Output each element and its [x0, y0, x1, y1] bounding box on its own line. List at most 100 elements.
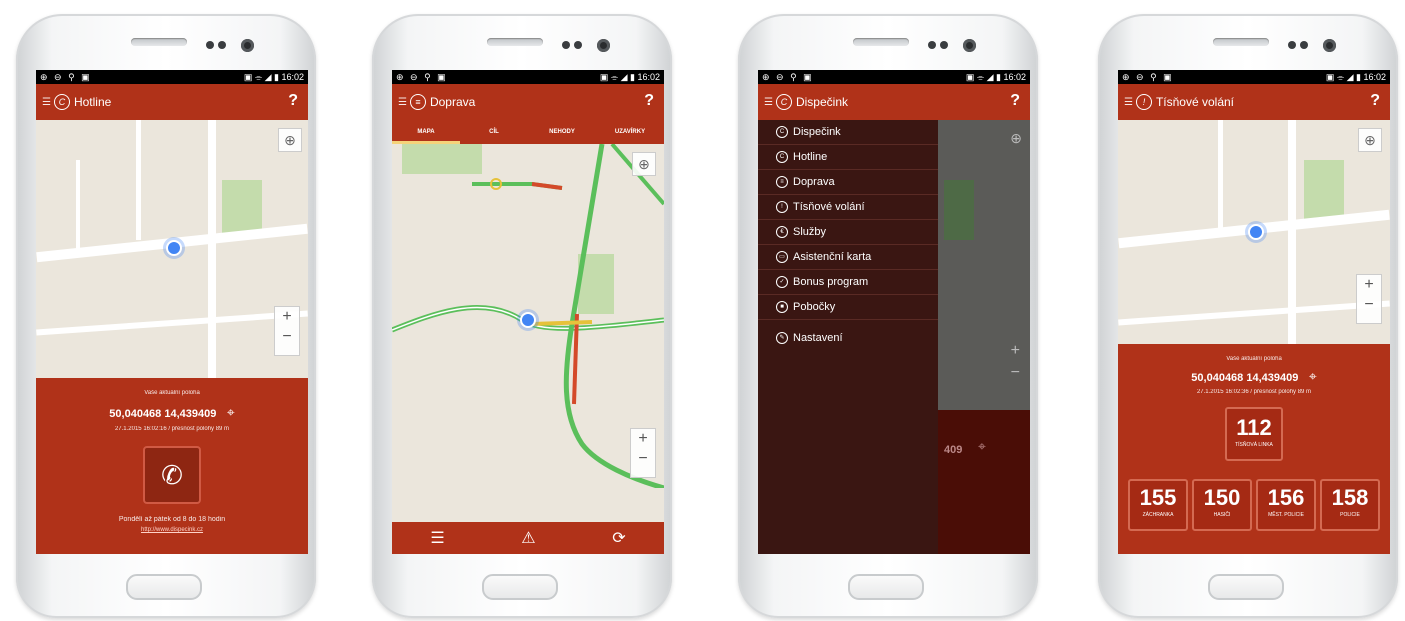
satellite-icon: ⌖ [978, 438, 986, 454]
tab-uzavirky[interactable]: UZAVÍRKY [596, 120, 664, 144]
status-icons: ⊕ ⊖ ⚲ ▣ [762, 72, 814, 82]
map-street [1218, 120, 1223, 230]
action-bar: ☰ C Hotline ? [36, 84, 308, 120]
status-bar: ⊕ ⊖ ⚲ ▣ ▣ ⌯ ◢ ▮ 16:02 [1118, 70, 1390, 84]
coordinates: 50,040468 14,439409 [109, 408, 217, 420]
satellite-icon: ⌖ [226, 404, 235, 420]
map-street [136, 120, 141, 240]
sensor [1300, 41, 1308, 49]
zoom-control[interactable]: + − [1356, 274, 1382, 324]
drawer-item-label: Nastavení [793, 332, 843, 344]
location-panel: Vaše aktuální poloha 50,040468 14,439409… [36, 378, 308, 554]
secondary-emergency-row: 155 ZÁCHRANKA 150 HASIČI 156 MĚST. POLIC… [1118, 479, 1390, 531]
satellite-icon: ⌖ [1308, 368, 1317, 384]
front-camera [963, 39, 976, 52]
location-accuracy: 27.1.2015 16:02:16 / přesnost polohy 89 … [114, 426, 230, 432]
zoom-control[interactable]: + − [630, 428, 656, 478]
my-location-button[interactable]: ⊕ [1358, 128, 1382, 152]
drawer-toggle-icon[interactable]: ☰ [42, 97, 51, 108]
zoom-control[interactable]: + − [274, 306, 300, 356]
help-button[interactable]: ? [288, 92, 298, 110]
phone-tisnove-volani: ⊕ ⊖ ⚲ ▣ ▣ ⌯ ◢ ▮ 16:02 ☰ ! Tísňové volání… [1098, 14, 1398, 618]
branches-icon: ■ [776, 301, 788, 313]
call-155-button[interactable]: 155 ZÁCHRANKA [1128, 479, 1188, 531]
screen: ⊕ ⊖ ⚲ ▣ ▣ ⌯ ◢ ▮ 16:02 ☰ ≡ Doprava ? MAPA… [392, 70, 664, 554]
home-button[interactable] [848, 574, 924, 600]
drawer-item-label: Bonus program [793, 276, 869, 288]
dimmed-panel: 409 ⌖ [938, 410, 1030, 554]
traffic-icon: ≡ [409, 94, 426, 110]
sensor [218, 41, 226, 49]
drawer-item-asistencni-karta[interactable]: ▭ Asistenční karta [758, 245, 938, 270]
call-hotline-button[interactable]: ✆ [143, 446, 201, 504]
page-title: Doprava [429, 95, 476, 109]
bottom-toolbar: ☰ ⚠ ⟳ [392, 522, 664, 554]
emergency-call-icon: ! [1135, 94, 1152, 110]
coordinates-partial: 409 [944, 444, 963, 456]
call-156-button[interactable]: 156 MĚST. POLICIE [1256, 479, 1316, 531]
bonus-icon: ✓ [776, 276, 788, 288]
tab-mapa[interactable]: MAPA [392, 120, 460, 144]
zoom-control: + − [1010, 342, 1020, 381]
assistance-card-icon: ▭ [776, 251, 788, 263]
page-title: Dispečink [795, 95, 848, 109]
app-logo-icon: C [53, 94, 70, 110]
primary-emergency-row: 112 TÍSŇOVÁ LINKA [1118, 407, 1390, 461]
drawer-item-label: Tísňové volání [793, 201, 865, 213]
map-view[interactable]: ⊕ + − [1118, 120, 1390, 344]
drawer-item-sluzby[interactable]: € Služby [758, 220, 938, 245]
drawer-toggle-icon[interactable]: ☰ [1124, 97, 1133, 108]
tab-nehody[interactable]: NEHODY [528, 120, 596, 144]
status-bar: ⊕ ⊖ ⚲ ▣ ▣ ⌯ ◢ ▮ 16:02 [36, 70, 308, 84]
status-clock: ▣ ⌯ ◢ ▮ 16:02 [965, 72, 1026, 82]
tab-bar: MAPA CÍL NEHODY UZAVÍRKY [392, 120, 664, 144]
filter-icon[interactable]: ☰ [430, 528, 444, 548]
page-title: Tísňové volání [1155, 95, 1235, 109]
traffic-map[interactable]: ⊕ + − [392, 144, 664, 522]
drawer-item-pobocky[interactable]: ■ Pobočky [758, 295, 938, 320]
emergency-number: 155 [1139, 485, 1177, 510]
front-camera [241, 39, 254, 52]
coords-row: 50,040468 14,439409 ⌖ [1118, 368, 1390, 386]
map-street [1118, 300, 1390, 326]
website-link[interactable]: http://www.dispecink.cz [36, 527, 308, 533]
my-location-button[interactable]: ⊕ [632, 152, 656, 176]
drawer-item-hotline[interactable]: C Hotline [758, 145, 938, 170]
drawer-item-dispecink[interactable]: C Dispečink [758, 120, 938, 145]
drawer-item-tisnove-volani[interactable]: ! Tísňové volání [758, 195, 938, 220]
help-button[interactable]: ? [1370, 92, 1380, 110]
home-button[interactable] [126, 574, 202, 600]
phone-top [1098, 32, 1398, 62]
phone-hotline: ⊕ ⊖ ⚲ ▣ ▣ ⌯ ◢ ▮ 16:02 ☰ C Hotline ? ⊕ + −… [16, 14, 316, 618]
phone-doprava: ⊕ ⊖ ⚲ ▣ ▣ ⌯ ◢ ▮ 16:02 ☰ ≡ Doprava ? MAPA… [372, 14, 672, 618]
home-button[interactable] [482, 574, 558, 600]
my-location-button[interactable]: ⊕ [278, 128, 302, 152]
help-button[interactable]: ? [1010, 92, 1020, 110]
phone-top [372, 32, 672, 62]
drawer-item-bonus-program[interactable]: ✓ Bonus program [758, 270, 938, 295]
home-button[interactable] [1208, 574, 1284, 600]
screen: ⊕ ⊖ ⚲ ▣ ▣ ⌯ ◢ ▮ 16:02 ☰ C Dispečink ? ⊕ … [758, 70, 1030, 554]
drawer-item-doprava[interactable]: ≡ Doprava [758, 170, 938, 195]
my-location-marker [520, 312, 536, 328]
location-label: Vaše aktuální poloha [1226, 356, 1282, 362]
call-112-button[interactable]: 112 TÍSŇOVÁ LINKA [1225, 407, 1283, 461]
dimmed-map: ⊕ + − [938, 120, 1030, 410]
map-view[interactable]: ⊕ + − [36, 120, 308, 378]
call-158-button[interactable]: 158 POLICIE [1320, 479, 1380, 531]
emergency-label: ZÁCHRANKA [1142, 512, 1174, 518]
call-150-button[interactable]: 150 HASIČI [1192, 479, 1252, 531]
emergency-label: MĚST. POLICIE [1268, 512, 1304, 518]
drawer-toggle-icon[interactable]: ☰ [764, 97, 773, 108]
status-bar: ⊕ ⊖ ⚲ ▣ ▣ ⌯ ◢ ▮ 16:02 [392, 70, 664, 84]
drawer-toggle-icon[interactable]: ☰ [398, 97, 407, 108]
sensor [1288, 41, 1296, 49]
dispecink-icon: C [776, 126, 788, 138]
tab-cil[interactable]: CÍL [460, 120, 528, 144]
refresh-icon[interactable]: ⟳ [612, 528, 625, 548]
drawer-item-nastaveni[interactable]: ✎ Nastavení [758, 326, 938, 350]
coords-row: 50,040468 14,439409 ⌖ [36, 404, 308, 422]
emergency-label: HASIČI [1213, 512, 1231, 518]
help-button[interactable]: ? [644, 92, 654, 110]
warning-icon[interactable]: ⚠ [521, 528, 535, 548]
